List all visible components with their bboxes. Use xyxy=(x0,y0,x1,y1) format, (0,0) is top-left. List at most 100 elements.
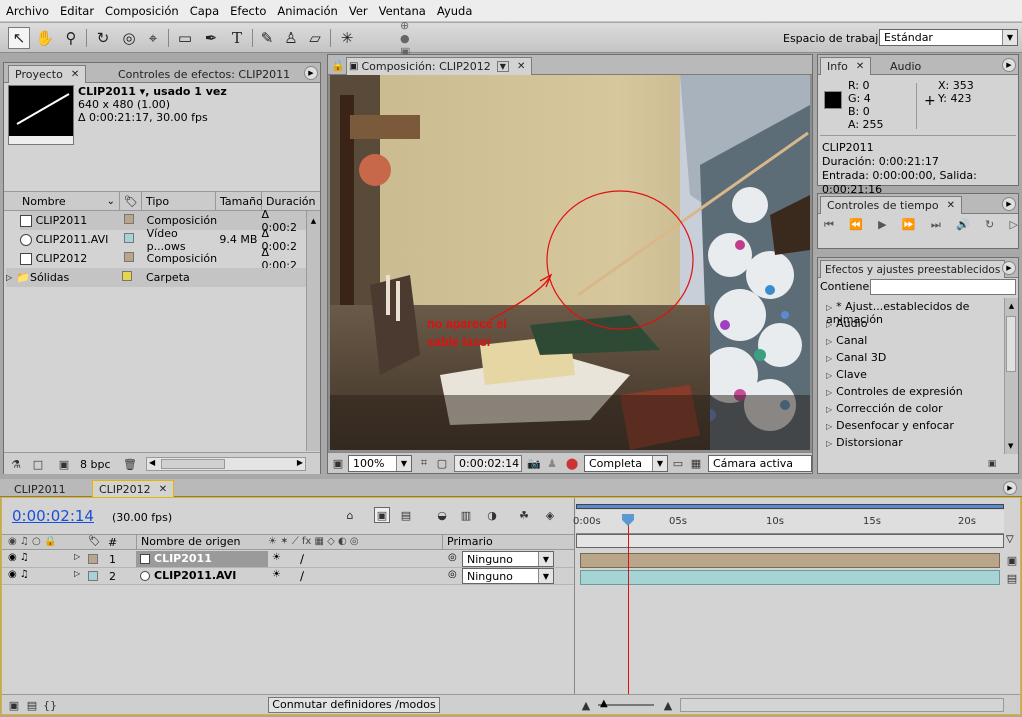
transparency-grid-icon[interactable]: ▦ xyxy=(688,455,704,471)
tab-clip2012[interactable]: CLIP2012 ✕ xyxy=(92,480,175,498)
expand-arrow-icon[interactable]: ▷ xyxy=(74,569,80,578)
rectangle-mask-tool-icon[interactable]: ▭ xyxy=(174,27,196,49)
panel-menu-icon[interactable]: ▶ xyxy=(1002,58,1016,72)
flowchart-icon[interactable]: ▤ xyxy=(1004,570,1020,586)
orbit-camera-tool-icon[interactable]: ◎ xyxy=(118,27,140,49)
layer-bar-clip2011[interactable] xyxy=(580,553,1000,568)
resolution-dropdown[interactable]: Completa ▼ xyxy=(584,455,668,472)
auto-keyframe-icon[interactable]: ◑ xyxy=(484,507,500,523)
ram-preview-icon[interactable]: ▷ xyxy=(1009,218,1017,236)
expand-arrow-icon[interactable]: ▷ xyxy=(6,273,16,282)
table-row[interactable]: ◉ ♫ ▷ 1 CLIP2011 ☀ ∕ ◎ Ninguno ▼ xyxy=(2,551,574,568)
parent-dropdown[interactable]: Ninguno ▼ xyxy=(462,568,554,584)
comp-button-icon[interactable]: ▽ xyxy=(1006,534,1020,548)
composition-viewer[interactable]: no aparece el sable laser xyxy=(330,75,810,450)
audio-icon[interactable]: 🔊 xyxy=(956,218,970,236)
column-name[interactable]: Nombre ⌄ xyxy=(18,192,120,210)
show-snapshot-icon[interactable]: ♟ xyxy=(544,455,560,471)
timeline-current-time[interactable]: 0:00:02:14 xyxy=(12,507,94,525)
new-folder-icon[interactable]: □ xyxy=(30,456,46,472)
column-type[interactable]: Tipo xyxy=(142,192,216,210)
tab-clip2011[interactable]: CLIP2011 xyxy=(8,480,72,498)
camera-dropdown[interactable]: Cámara activa xyxy=(708,455,812,472)
zoom-tool-icon[interactable]: ⚲ xyxy=(60,27,82,49)
list-item[interactable]: ▷ 📁 Sólidas Carpeta xyxy=(6,268,306,287)
list-item[interactable]: Clave xyxy=(826,368,867,381)
new-bin-icon[interactable]: ▣ xyxy=(984,456,1000,472)
panel-menu-icon[interactable]: ▶ xyxy=(304,66,318,80)
work-area-bar[interactable] xyxy=(576,504,1004,509)
menu-item-efecto[interactable]: Efecto xyxy=(230,4,266,18)
axis-mode-icon[interactable]: ⊕ ● ▣ xyxy=(400,19,422,58)
visibility-icon[interactable]: ◉ ♫ xyxy=(8,569,29,580)
last-frame-icon[interactable]: ⏭ xyxy=(931,218,941,236)
layer-bar-clip2011-avi[interactable] xyxy=(580,570,1000,585)
menu-item-animacion[interactable]: Animación xyxy=(277,4,337,18)
pen-tool-icon[interactable]: ✒ xyxy=(200,27,222,49)
zoom-slider-handle-icon[interactable]: ▲ xyxy=(600,698,608,709)
menu-item-composicion[interactable]: Composición xyxy=(105,4,179,18)
column-parent[interactable]: Primario xyxy=(442,535,574,549)
time-ruler[interactable] xyxy=(576,510,1004,534)
toggle-switches-modes-button[interactable]: Conmutar definidores /modos xyxy=(268,697,440,713)
puppet-pin-tool-icon[interactable]: ✳ xyxy=(336,27,358,49)
horizontal-scrollbar[interactable]: ◀ ▶ xyxy=(146,457,306,471)
region-of-interest-icon[interactable]: ▭ xyxy=(670,455,686,471)
hand-tool-icon[interactable]: ✋ xyxy=(34,27,56,49)
text-tool-icon[interactable]: T xyxy=(226,27,248,49)
panel-menu-icon[interactable]: ▶ xyxy=(1002,261,1016,275)
chevron-down-icon[interactable]: ▼ xyxy=(496,61,509,72)
close-icon[interactable]: ✕ xyxy=(947,200,955,211)
brainstorm-icon[interactable]: ▥ xyxy=(458,507,474,523)
previous-frame-icon[interactable]: ⏪ xyxy=(849,218,863,236)
draft-3d-icon[interactable]: ⌂ xyxy=(342,507,358,523)
menu-item-ver[interactable]: Ver xyxy=(349,4,368,18)
collapse-switch-icon[interactable]: ☀ xyxy=(272,552,281,563)
loop-icon[interactable]: ↻ xyxy=(985,218,994,236)
panel-menu-icon[interactable]: ▶ xyxy=(1002,197,1016,211)
list-item[interactable]: Desenfocar y enfocar xyxy=(826,419,954,432)
menu-item-ventana[interactable]: Ventana xyxy=(379,4,426,18)
layer-name[interactable]: CLIP2011 xyxy=(136,551,268,567)
render-queue-icon[interactable]: ▣ xyxy=(1004,552,1020,568)
workspace-dropdown[interactable]: Estándar ▼ xyxy=(879,29,1018,46)
magnification-dropdown[interactable]: 100% ▼ xyxy=(348,455,412,472)
expand-arrow-icon[interactable]: ▷ xyxy=(74,552,80,561)
motion-blur-icon[interactable]: ◒ xyxy=(434,507,450,523)
tab-effect-controls[interactable]: Controles de efectos: CLIP2011 xyxy=(112,65,296,83)
zoom-out-icon[interactable]: ▲ xyxy=(578,697,594,713)
layer-switches-icon[interactable]: ▣ xyxy=(6,697,22,713)
selection-tool-icon[interactable]: ↖ xyxy=(8,27,30,49)
parent-dropdown[interactable]: Ninguno ▼ xyxy=(462,551,554,567)
brush-tool-icon[interactable]: ✎ xyxy=(256,27,278,49)
channel-icon[interactable]: ⬤ xyxy=(564,455,580,471)
menu-item-ayuda[interactable]: Ayuda xyxy=(437,4,473,18)
list-item[interactable]: Corrección de color xyxy=(826,402,942,415)
zoom-in-icon[interactable]: ▲ xyxy=(660,697,676,713)
tab-info[interactable]: Info ✕ xyxy=(820,57,872,75)
first-frame-icon[interactable]: ⏮ xyxy=(824,218,834,236)
list-item[interactable]: Distorsionar xyxy=(826,436,903,449)
safe-margins-icon[interactable]: ⌗ xyxy=(416,455,432,471)
collapse-switch-icon[interactable]: ☀ xyxy=(272,569,281,580)
current-time-field[interactable]: 0:00:02:14 xyxy=(454,455,522,472)
in-out-icon[interactable]: {} xyxy=(42,697,58,713)
rotate-tool-icon[interactable]: ↻ xyxy=(92,27,114,49)
quality-switch-icon[interactable]: ∕ xyxy=(300,552,304,566)
layer-name[interactable]: CLIP2011.AVI xyxy=(136,568,268,584)
live-update-icon[interactable]: ◈ xyxy=(542,507,558,523)
menu-item-editar[interactable]: Editar xyxy=(60,4,94,18)
list-item[interactable]: Canal xyxy=(826,334,867,347)
current-time-indicator[interactable] xyxy=(628,516,629,698)
frame-blending-icon[interactable]: ▤ xyxy=(398,507,414,523)
visibility-icon[interactable]: ◉ ♫ xyxy=(8,552,29,563)
clone-stamp-tool-icon[interactable]: ♙ xyxy=(280,27,302,49)
list-item[interactable]: CLIP2012 Composición Δ 0:00:2 xyxy=(20,246,306,272)
always-preview-icon[interactable]: ▣ xyxy=(330,455,346,471)
eraser-tool-icon[interactable]: ▱ xyxy=(304,27,326,49)
tab-audio[interactable]: Audio xyxy=(884,57,927,75)
bit-depth[interactable]: 8 bpc xyxy=(80,458,111,471)
play-icon[interactable]: ▶ xyxy=(878,218,886,236)
tab-composition[interactable]: ▣ Composición: CLIP2012 ▼ ✕ xyxy=(346,57,533,75)
menu-item-archivo[interactable]: Archivo xyxy=(6,4,49,18)
